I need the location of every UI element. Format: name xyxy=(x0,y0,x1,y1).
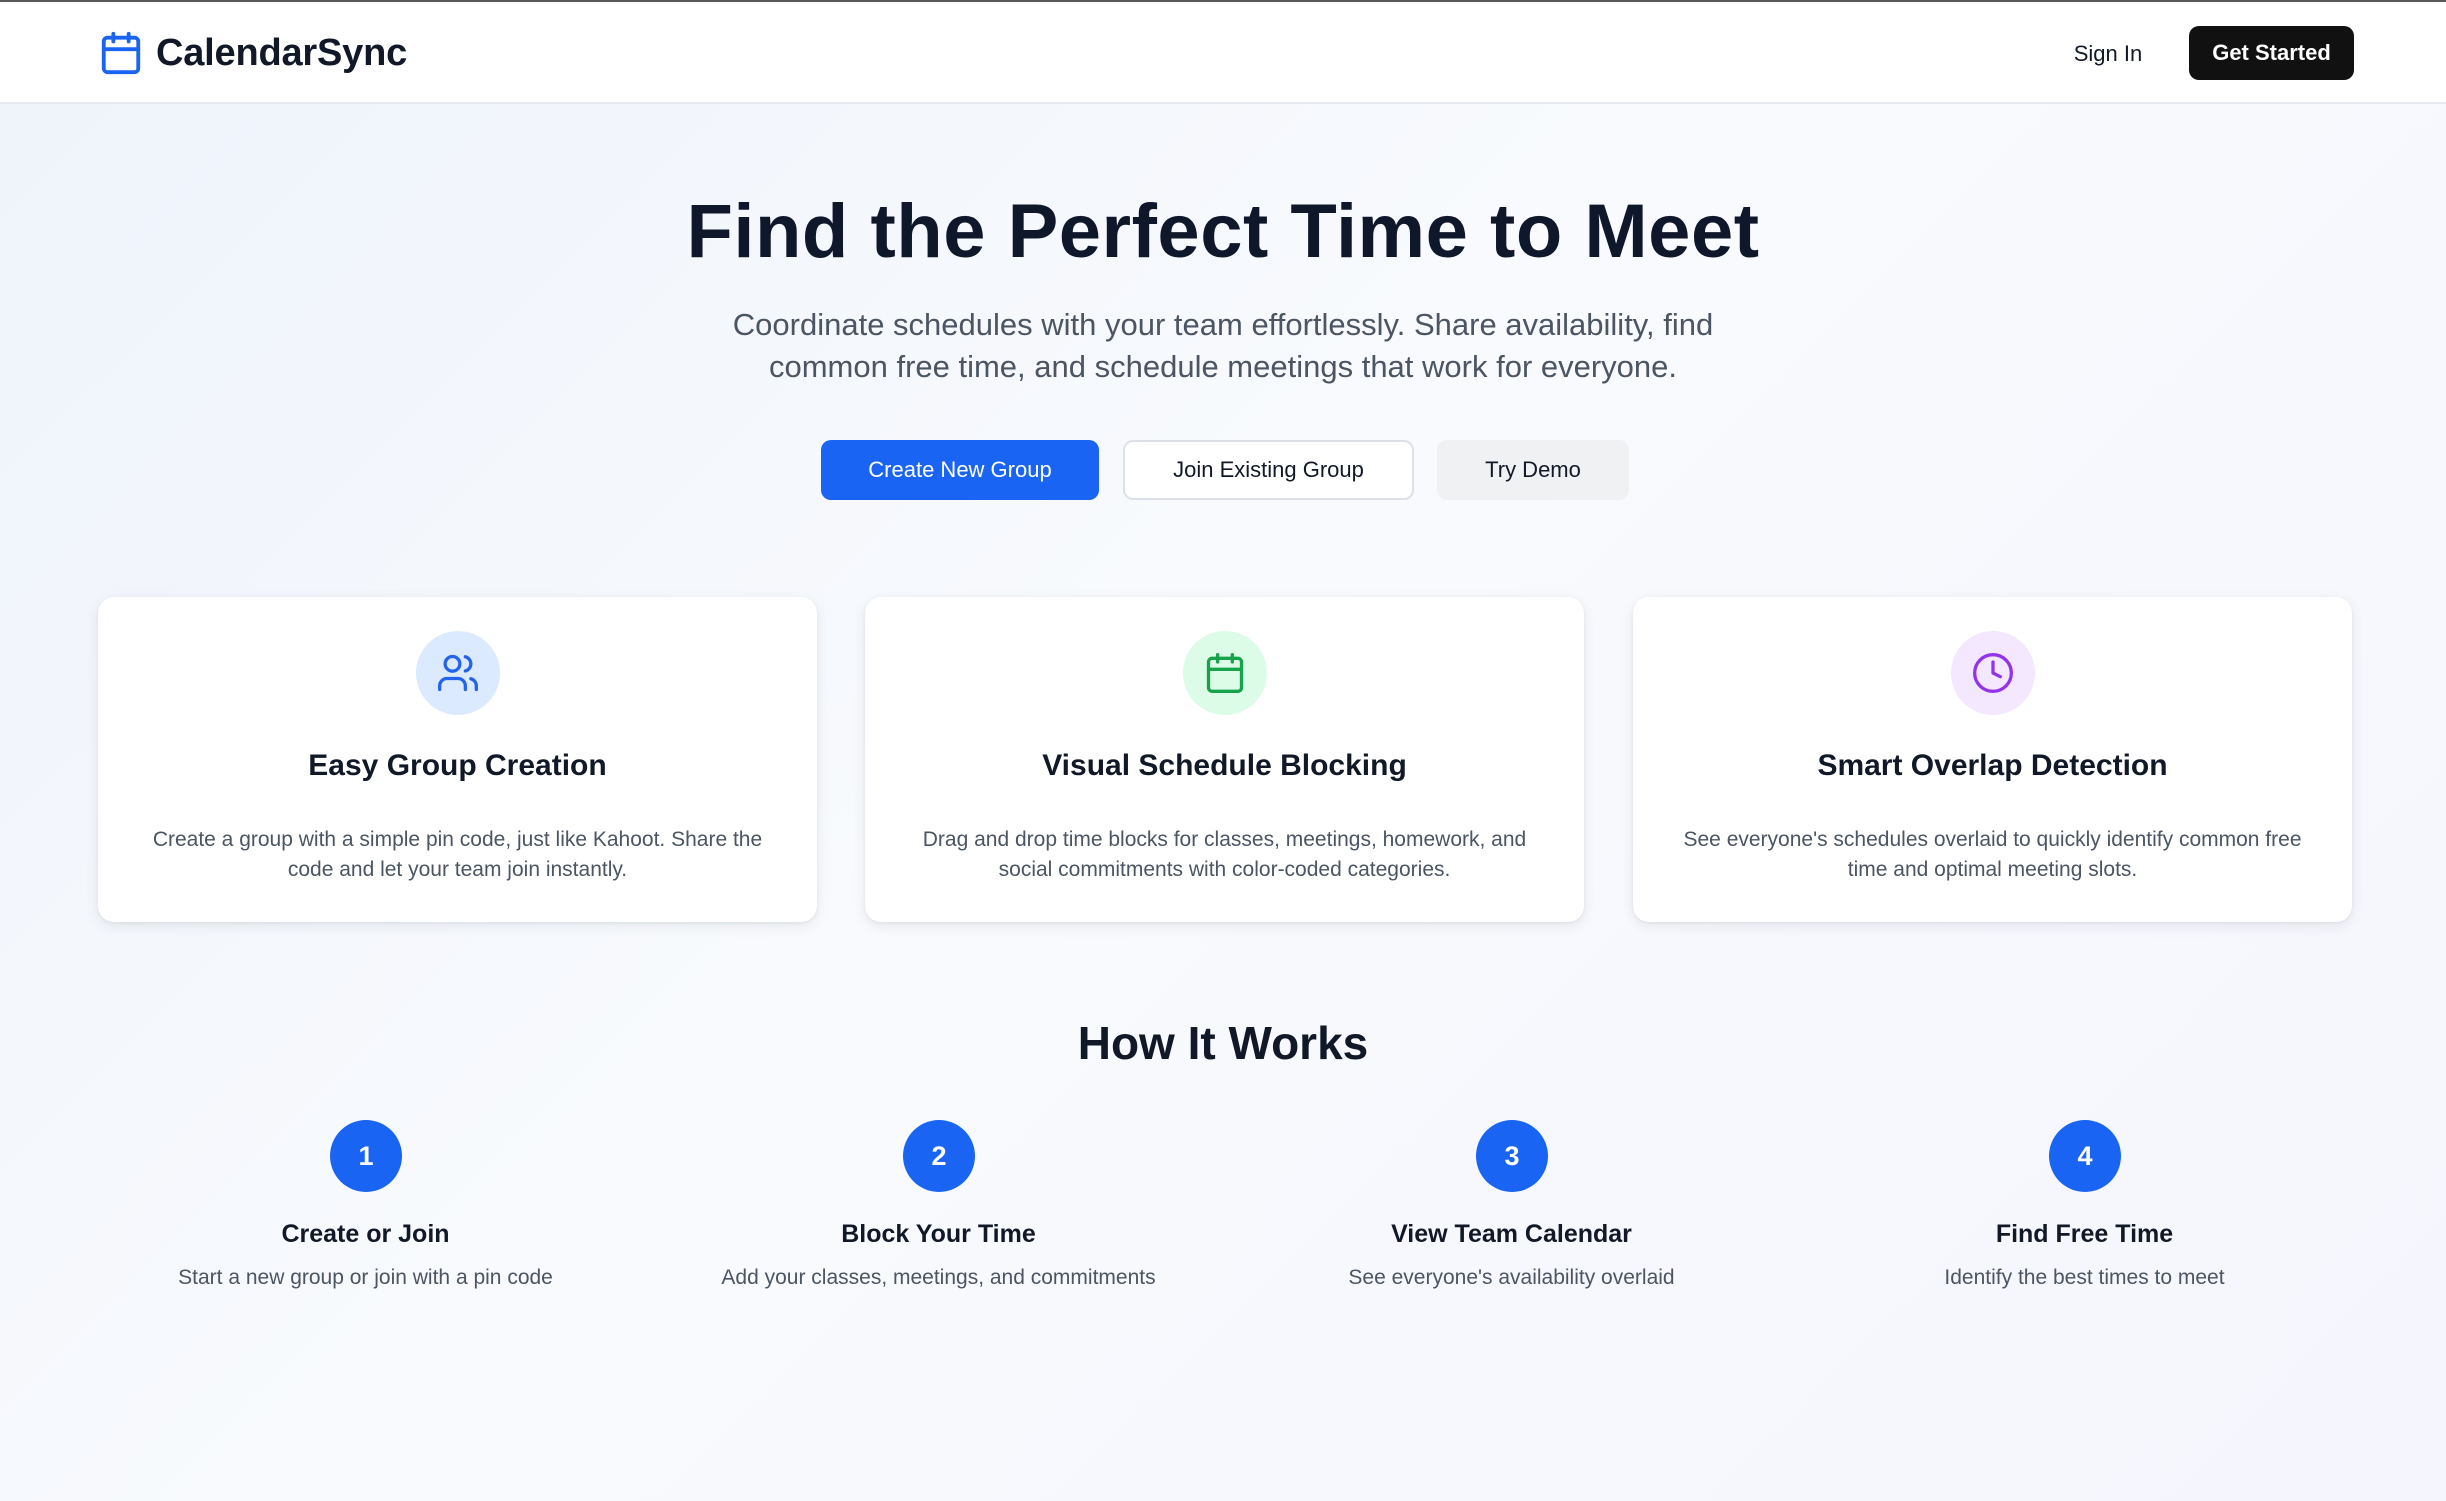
sign-in-link[interactable]: Sign In xyxy=(2050,32,2166,76)
calendar-icon xyxy=(1183,631,1267,715)
step-number-badge: 4 xyxy=(2049,1120,2121,1192)
feature-description: See everyone's schedules overlaid to qui… xyxy=(1683,828,2302,881)
feature-title: Easy Group Creation xyxy=(308,749,607,782)
step-number-badge: 1 xyxy=(330,1120,402,1192)
feature-description: Create a group with a simple pin code, j… xyxy=(152,828,763,881)
step-number-badge: 2 xyxy=(903,1120,975,1192)
step-description: Identify the best times to meet xyxy=(1944,1266,2225,1289)
step-title: View Team Calendar xyxy=(1391,1220,1632,1248)
step-description: Add your classes, meetings, and commitme… xyxy=(721,1266,1156,1289)
how-it-works-title: How It Works xyxy=(1077,1017,1369,1069)
feature-card-group-creation: Easy Group Creation Create a group with … xyxy=(98,597,817,922)
feature-title: Visual Schedule Blocking xyxy=(1042,749,1407,782)
calendar-icon xyxy=(98,30,144,76)
feature-title: Smart Overlap Detection xyxy=(1817,749,2168,782)
step-number-badge: 3 xyxy=(1476,1120,1548,1192)
hero-title: Find the Perfect Time to Meet xyxy=(686,189,1760,274)
step-description: Start a new group or join with a pin cod… xyxy=(178,1266,553,1289)
brand[interactable]: CalendarSync xyxy=(98,28,407,78)
create-new-group-button[interactable]: Create New Group xyxy=(821,440,1099,500)
feature-card-overlap-detection: Smart Overlap Detection See everyone's s… xyxy=(1633,597,2352,922)
hero-subtitle: Coordinate schedules with your team effo… xyxy=(732,307,1714,384)
brand-name: CalendarSync xyxy=(156,31,408,74)
step-description: See everyone's availability overlaid xyxy=(1348,1266,1675,1289)
top-nav: CalendarSync Sign In Get Started xyxy=(0,2,2446,104)
users-icon xyxy=(416,631,500,715)
join-existing-group-button[interactable]: Join Existing Group xyxy=(1123,440,1414,500)
step-title: Create or Join xyxy=(281,1220,450,1248)
step-title: Find Free Time xyxy=(1995,1220,2174,1248)
get-started-button[interactable]: Get Started xyxy=(2189,26,2354,80)
try-demo-button[interactable]: Try Demo xyxy=(1437,440,1629,500)
feature-description: Drag and drop time blocks for classes, m… xyxy=(922,828,1527,881)
step-title: Block Your Time xyxy=(841,1220,1036,1248)
clock-icon xyxy=(1951,631,2035,715)
feature-card-schedule-blocking: Visual Schedule Blocking Drag and drop t… xyxy=(865,597,1584,922)
